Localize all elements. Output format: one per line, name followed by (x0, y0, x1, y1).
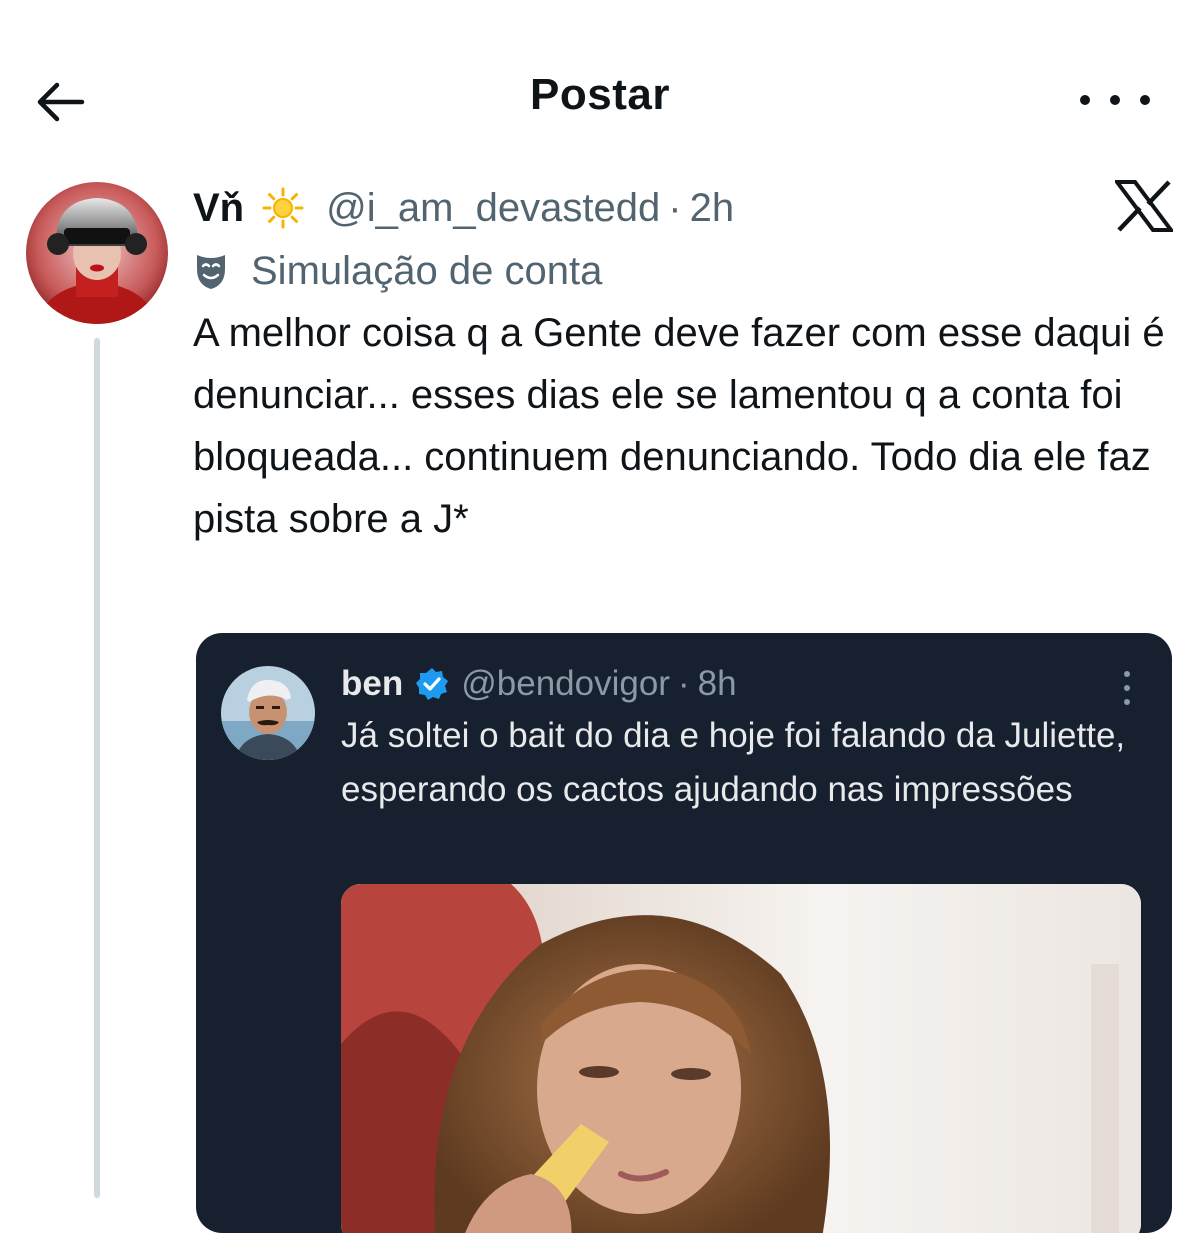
top-bar: Postar (0, 40, 1200, 160)
quoted-author-avatar[interactable] (221, 666, 315, 760)
quoted-post-image[interactable] (341, 884, 1141, 1233)
quoted-post-timestamp[interactable]: 8h (698, 664, 737, 704)
more-options-button[interactable] (1080, 80, 1150, 120)
more-vertical-icon[interactable] (1124, 671, 1134, 705)
quoted-post-text: Já soltei o bait do dia e hoje foi falan… (341, 716, 1126, 809)
account-label-text: Simulação de conta (251, 248, 603, 293)
quoted-post[interactable]: ben @bendovigor · 8h Já soltei o bait do… (196, 633, 1172, 1233)
post-header: Vň @i_am_devastedd · 2h (193, 178, 734, 238)
x-logo-icon (1113, 180, 1175, 232)
quoted-post-header: ben @bendovigor · 8h (341, 660, 737, 708)
theater-mask-icon (193, 251, 229, 291)
author-name[interactable]: Vň (193, 186, 244, 231)
quoted-author-handle[interactable]: @bendovigor (461, 664, 670, 704)
thread-line (94, 338, 100, 1198)
account-label: Simulação de conta (193, 243, 602, 299)
sun-icon (262, 187, 304, 229)
post-text: A melhor coisa q a Gente deve fazer com … (193, 311, 1165, 541)
quoted-author-name[interactable]: ben (341, 664, 403, 704)
post-timestamp[interactable]: 2h (690, 186, 735, 231)
author-handle[interactable]: @i_am_devastedd (326, 186, 660, 231)
quoted-meta-separator: · (677, 664, 690, 703)
meta-separator: · (668, 185, 682, 230)
author-avatar[interactable] (26, 182, 168, 324)
verified-badge-icon (415, 667, 449, 701)
more-horizontal-icon (1080, 95, 1090, 105)
page-title: Postar (530, 70, 670, 119)
